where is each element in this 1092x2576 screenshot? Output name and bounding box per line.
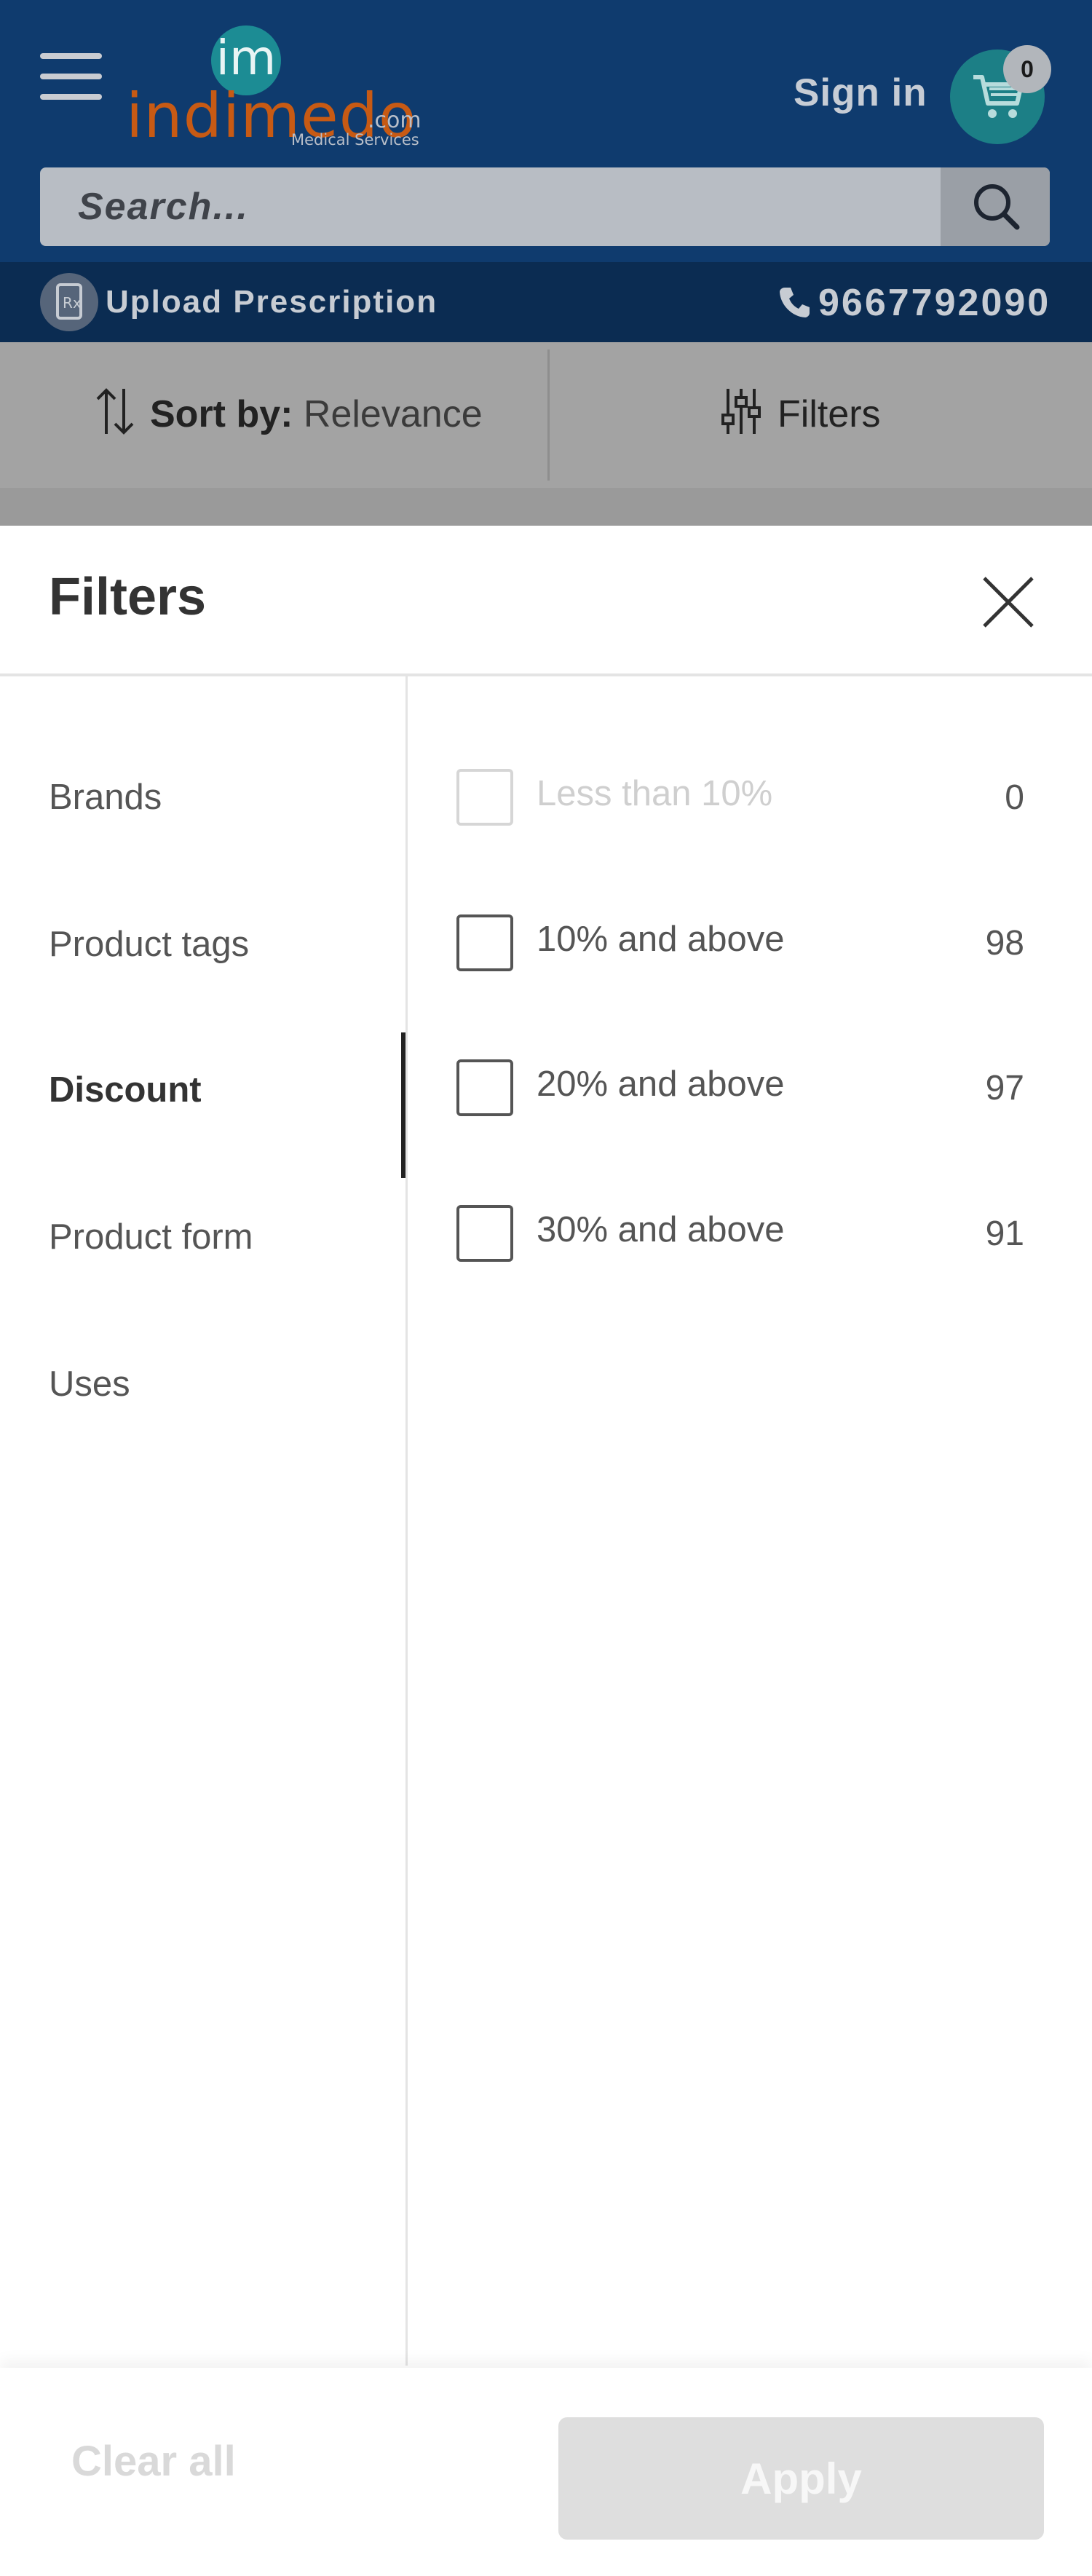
option-count: 0: [1005, 778, 1024, 817]
checkbox[interactable]: [456, 769, 513, 826]
category-discount[interactable]: Discount: [49, 1070, 202, 1110]
filter-category-list: Brands Product tags Discount Product for…: [0, 676, 406, 2366]
option-20-and-above[interactable]: 20% and above 97: [456, 1059, 1024, 1118]
search-icon: [974, 184, 1020, 230]
app-header: im indimedo .com Medical Services Sign i…: [0, 0, 1092, 262]
phone-icon: [780, 288, 810, 317]
filter-sheet: Filters Brands Product tags Discount Pro…: [0, 526, 1092, 2576]
phone-number: 9667792090: [818, 282, 1051, 324]
sort-filter-bar: Sort by: Relevance Filters: [0, 342, 1092, 488]
filters-label: Filters: [778, 393, 881, 435]
category-product-form[interactable]: Product form: [49, 1217, 253, 1257]
logo-domain: .com: [368, 108, 422, 133]
menu-icon[interactable]: [40, 53, 102, 104]
logo[interactable]: im indimedo .com Medical Services: [124, 22, 430, 160]
filter-sliders-icon: [721, 389, 761, 434]
option-label: Less than 10%: [537, 774, 773, 813]
apply-button[interactable]: Apply: [558, 2417, 1044, 2540]
close-icon[interactable]: [976, 569, 1041, 635]
sort-value: Relevance: [303, 393, 483, 435]
option-label: 30% and above: [537, 1210, 785, 1249]
column-divider: [405, 676, 408, 2366]
option-less-than-10[interactable]: Less than 10% 0: [456, 769, 1024, 827]
option-30-and-above[interactable]: 30% and above 91: [456, 1205, 1024, 1263]
checkbox[interactable]: [456, 914, 513, 971]
upload-prescription-bar: Rx Upload Prescription 9667792090: [0, 262, 1092, 342]
backdrop-strip: [0, 488, 1092, 527]
sort-label: Sort by:: [150, 393, 293, 435]
option-10-and-above[interactable]: 10% and above 98: [456, 914, 1024, 973]
sheet-title: Filters: [49, 568, 207, 626]
sort-button[interactable]: Sort by: Relevance: [95, 386, 483, 437]
prescription-icon[interactable]: Rx: [40, 273, 98, 331]
sort-icon: [96, 388, 134, 435]
category-product-tags[interactable]: Product tags: [49, 924, 249, 965]
option-label: 10% and above: [537, 920, 785, 959]
sheet-footer: Clear all Apply: [0, 2368, 1092, 2576]
logo-tagline: Medical Services: [291, 131, 419, 149]
option-count: 98: [985, 924, 1024, 963]
upload-prescription-link[interactable]: Upload Prescription: [106, 284, 438, 320]
clear-all-button[interactable]: Clear all: [71, 2437, 236, 2486]
option-label: 20% and above: [537, 1064, 785, 1104]
option-count: 97: [985, 1069, 1024, 1107]
search-button[interactable]: [941, 167, 1050, 246]
option-count: 91: [985, 1214, 1024, 1253]
search-input[interactable]: [40, 167, 941, 246]
svg-text:Rx: Rx: [63, 294, 82, 312]
checkbox[interactable]: [456, 1059, 513, 1116]
category-brands[interactable]: Brands: [49, 777, 162, 818]
sign-in-link[interactable]: Sign in: [794, 71, 927, 115]
sortbar-divider: [547, 349, 550, 481]
search-bar: [40, 167, 1050, 246]
filters-button[interactable]: Filters: [721, 386, 881, 437]
cart-count-badge: 0: [1003, 45, 1051, 93]
checkbox[interactable]: [456, 1205, 513, 1262]
phone-link[interactable]: 9667792090: [778, 281, 1051, 325]
category-uses[interactable]: Uses: [49, 1364, 130, 1404]
